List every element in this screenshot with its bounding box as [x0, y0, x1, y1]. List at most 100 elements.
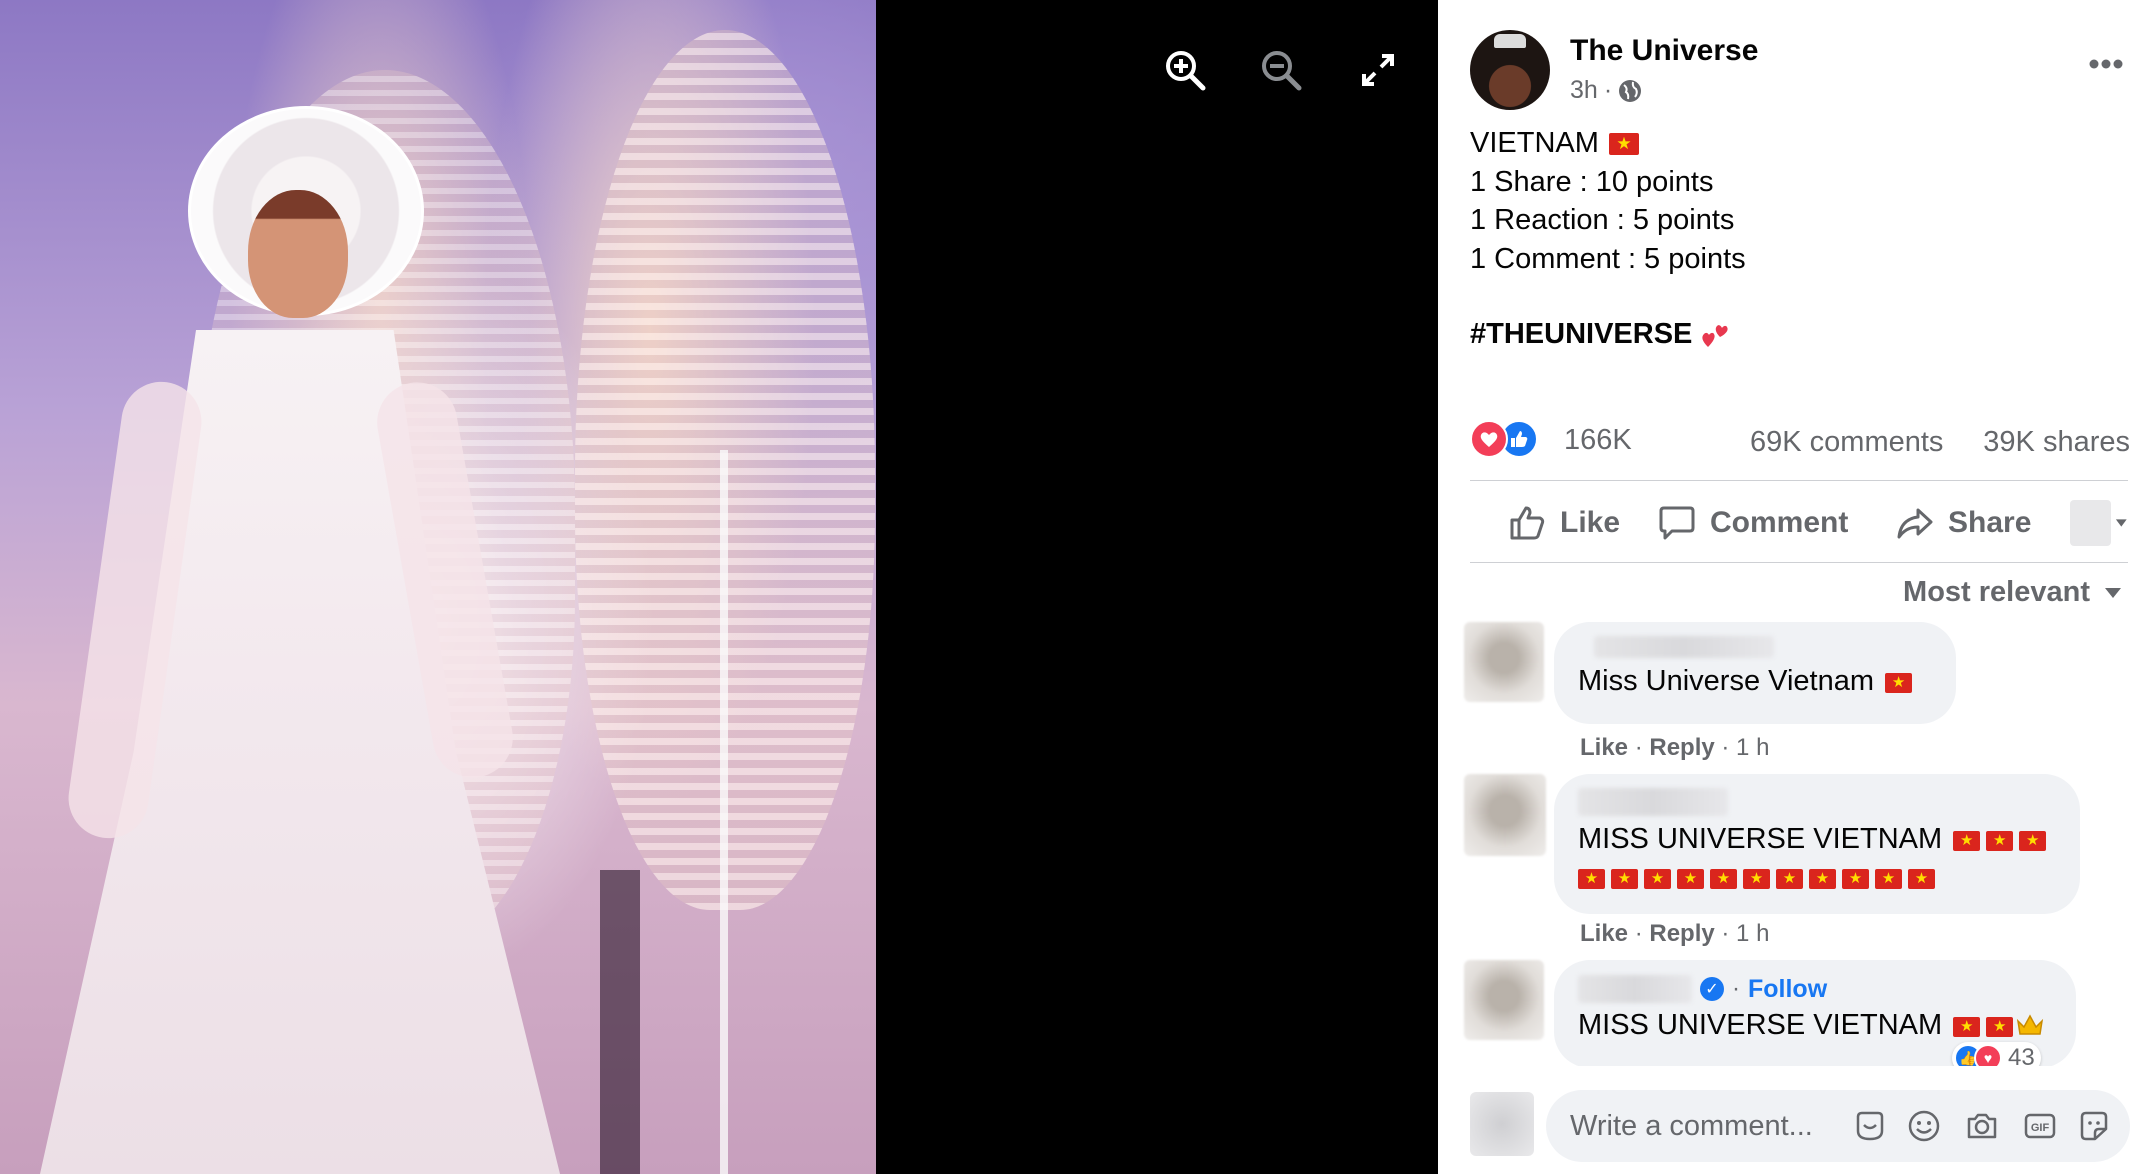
comment-input-container: GIF [1546, 1090, 2130, 1162]
comment-actions: Like · Reply · 1 h [1580, 734, 1770, 761]
comment-like-link[interactable]: Like [1580, 734, 1628, 761]
expand-icon [1362, 54, 1394, 86]
fullscreen-button[interactable] [1356, 48, 1400, 92]
emoji-button[interactable] [1906, 1108, 1942, 1144]
my-avatar[interactable] [1470, 1092, 1534, 1156]
vietnam-flag-icon [1953, 1014, 1981, 1039]
more-options-button[interactable] [2082, 44, 2130, 84]
comment-actions: Like · Reply · 1 h [1580, 920, 1770, 947]
divider-top [1470, 480, 2128, 481]
avatar-sticker-icon [1856, 1111, 1884, 1141]
post-photo[interactable] [0, 0, 876, 1174]
comment-like-link[interactable]: Like [1580, 920, 1628, 947]
comment-text-content: Miss Universe Vietnam [1578, 665, 1875, 697]
profile-thumbnail [2070, 500, 2112, 546]
comment-input[interactable] [1570, 1090, 1860, 1162]
comment-bubble: Miss Universe Vietnam [1554, 622, 1956, 724]
shares-count[interactable]: 39K shares [1983, 426, 2130, 459]
sort-label: Most relevant [1903, 576, 2090, 608]
vietnam-flag-icon [1953, 828, 1981, 853]
two-hearts-icon [1702, 325, 1729, 347]
post-header: The Universe 3h · [1470, 30, 2130, 114]
commenter-avatar[interactable] [1464, 960, 1544, 1040]
gif-button[interactable]: GIF [2022, 1108, 2058, 1144]
share-button-label: Share [1948, 506, 2032, 539]
vietnam-flag-icon [1710, 866, 1737, 891]
vietnam-flag-icon [1986, 828, 2014, 853]
comment-text: Miss Universe Vietnam [1578, 662, 1932, 700]
commenter-avatar[interactable] [1464, 774, 1546, 856]
svg-text:GIF: GIF [2031, 1122, 2050, 1134]
comment-bubble: MISS UNIVERSE VIETNAM [1554, 774, 2080, 914]
hashtag-link[interactable]: #THEUNIVERSE [1470, 318, 1692, 350]
post-line-text: VIETNAM [1470, 127, 1599, 159]
crown-icon [1494, 34, 1526, 48]
comment-time[interactable]: 1 h [1736, 734, 1769, 761]
vietnam-flag-icon [1644, 866, 1671, 891]
vietnam-flag-icon [1809, 866, 1836, 891]
divider-bottom [1470, 562, 2128, 563]
author-name[interactable]: The Universe [1570, 34, 1758, 68]
comment-sort-dropdown[interactable]: Most relevant [1903, 576, 2122, 609]
vietnam-flag-icon [1611, 866, 1638, 891]
vietnam-flag-icon [1885, 670, 1913, 695]
vietnam-flag-icon [1986, 1014, 2014, 1039]
comments-count[interactable]: 69K comments [1750, 426, 1943, 459]
zoom-in-button[interactable] [1163, 48, 1207, 92]
share-button[interactable]: Share [1896, 488, 2031, 558]
comment-bubble: ✓ · Follow MISS UNIVERSE VIETNAM 👍 ♥ 43 [1554, 960, 2076, 1074]
thumbs-up-outline-icon [1510, 506, 1545, 540]
audience-selector[interactable] [2070, 498, 2128, 548]
post-panel: The Universe 3h · VIETNAM 1 Share : 10 p… [1438, 0, 2154, 1174]
meta-separator: · [1603, 76, 1613, 104]
post-line-reaction-points: 1 Reaction : 5 points [1470, 204, 1735, 236]
sticker-icon [2080, 1111, 2108, 1141]
reaction-count[interactable]: 166K [1564, 424, 1632, 457]
author-avatar[interactable] [1470, 30, 1550, 110]
post-line-comment-points: 1 Comment : 5 points [1470, 242, 1746, 275]
zoom-out-button[interactable] [1259, 48, 1303, 92]
photo-model-face [248, 190, 348, 318]
zoom-in-icon [1166, 51, 1206, 91]
vietnam-flag-icon [1908, 866, 1935, 891]
vietnam-flag-icon [1842, 866, 1869, 891]
comment-text-content: MISS UNIVERSE VIETNAM [1578, 1009, 1943, 1041]
smiley-icon [1908, 1110, 1940, 1142]
photo-viewer [0, 0, 1438, 1174]
commenter-avatar[interactable] [1464, 622, 1544, 702]
vietnam-flag-icon [1875, 866, 1902, 891]
comment-reply-link[interactable]: Reply [1649, 920, 1714, 947]
commenter-name-redacted[interactable] [1594, 636, 1774, 658]
globe-icon[interactable] [1618, 79, 1642, 103]
vietnam-flag-icon [1578, 866, 1605, 891]
comment-flags-row [1575, 858, 2056, 896]
caret-down-icon [2116, 519, 2128, 527]
post-line-share-points: 1 Share : 10 points [1470, 165, 1714, 198]
follow-link[interactable]: Follow [1748, 975, 1827, 1004]
post-meta: 3h · [1570, 76, 1642, 105]
vietnam-flag-icon [2019, 828, 2047, 853]
more-icon [2089, 59, 2123, 69]
avatar-sticker-button[interactable] [1852, 1108, 1888, 1144]
love-reaction-icon[interactable] [1470, 420, 1508, 458]
photo-button[interactable] [1964, 1108, 2000, 1144]
commenter-name-row: ✓ · Follow [1578, 972, 2052, 1006]
commenter-name-redacted[interactable] [1578, 788, 1728, 816]
caret-down-icon [2105, 587, 2121, 598]
camera-icon [1967, 1113, 1997, 1139]
comment-button-label: Comment [1710, 506, 1849, 539]
like-button[interactable]: Like [1508, 488, 1620, 558]
commenter-name-redacted[interactable] [1578, 975, 1692, 1003]
comment-time[interactable]: 1 h [1736, 920, 1769, 947]
name-separator: · [1732, 975, 1740, 1002]
comment-button[interactable]: Comment [1658, 488, 1848, 558]
vietnam-flag-icon [1776, 866, 1803, 891]
like-button-label: Like [1560, 506, 1621, 539]
heart-icon [1480, 432, 1498, 447]
comment-text: MISS UNIVERSE VIETNAM [1578, 1006, 2052, 1044]
post-time[interactable]: 3h [1570, 76, 1598, 105]
post-action-bar: Like Comment Share [1470, 488, 2128, 558]
comment-reply-link[interactable]: Reply [1649, 734, 1714, 761]
sticker-button[interactable] [2076, 1108, 2112, 1144]
vietnam-flag-icon [1677, 866, 1704, 891]
